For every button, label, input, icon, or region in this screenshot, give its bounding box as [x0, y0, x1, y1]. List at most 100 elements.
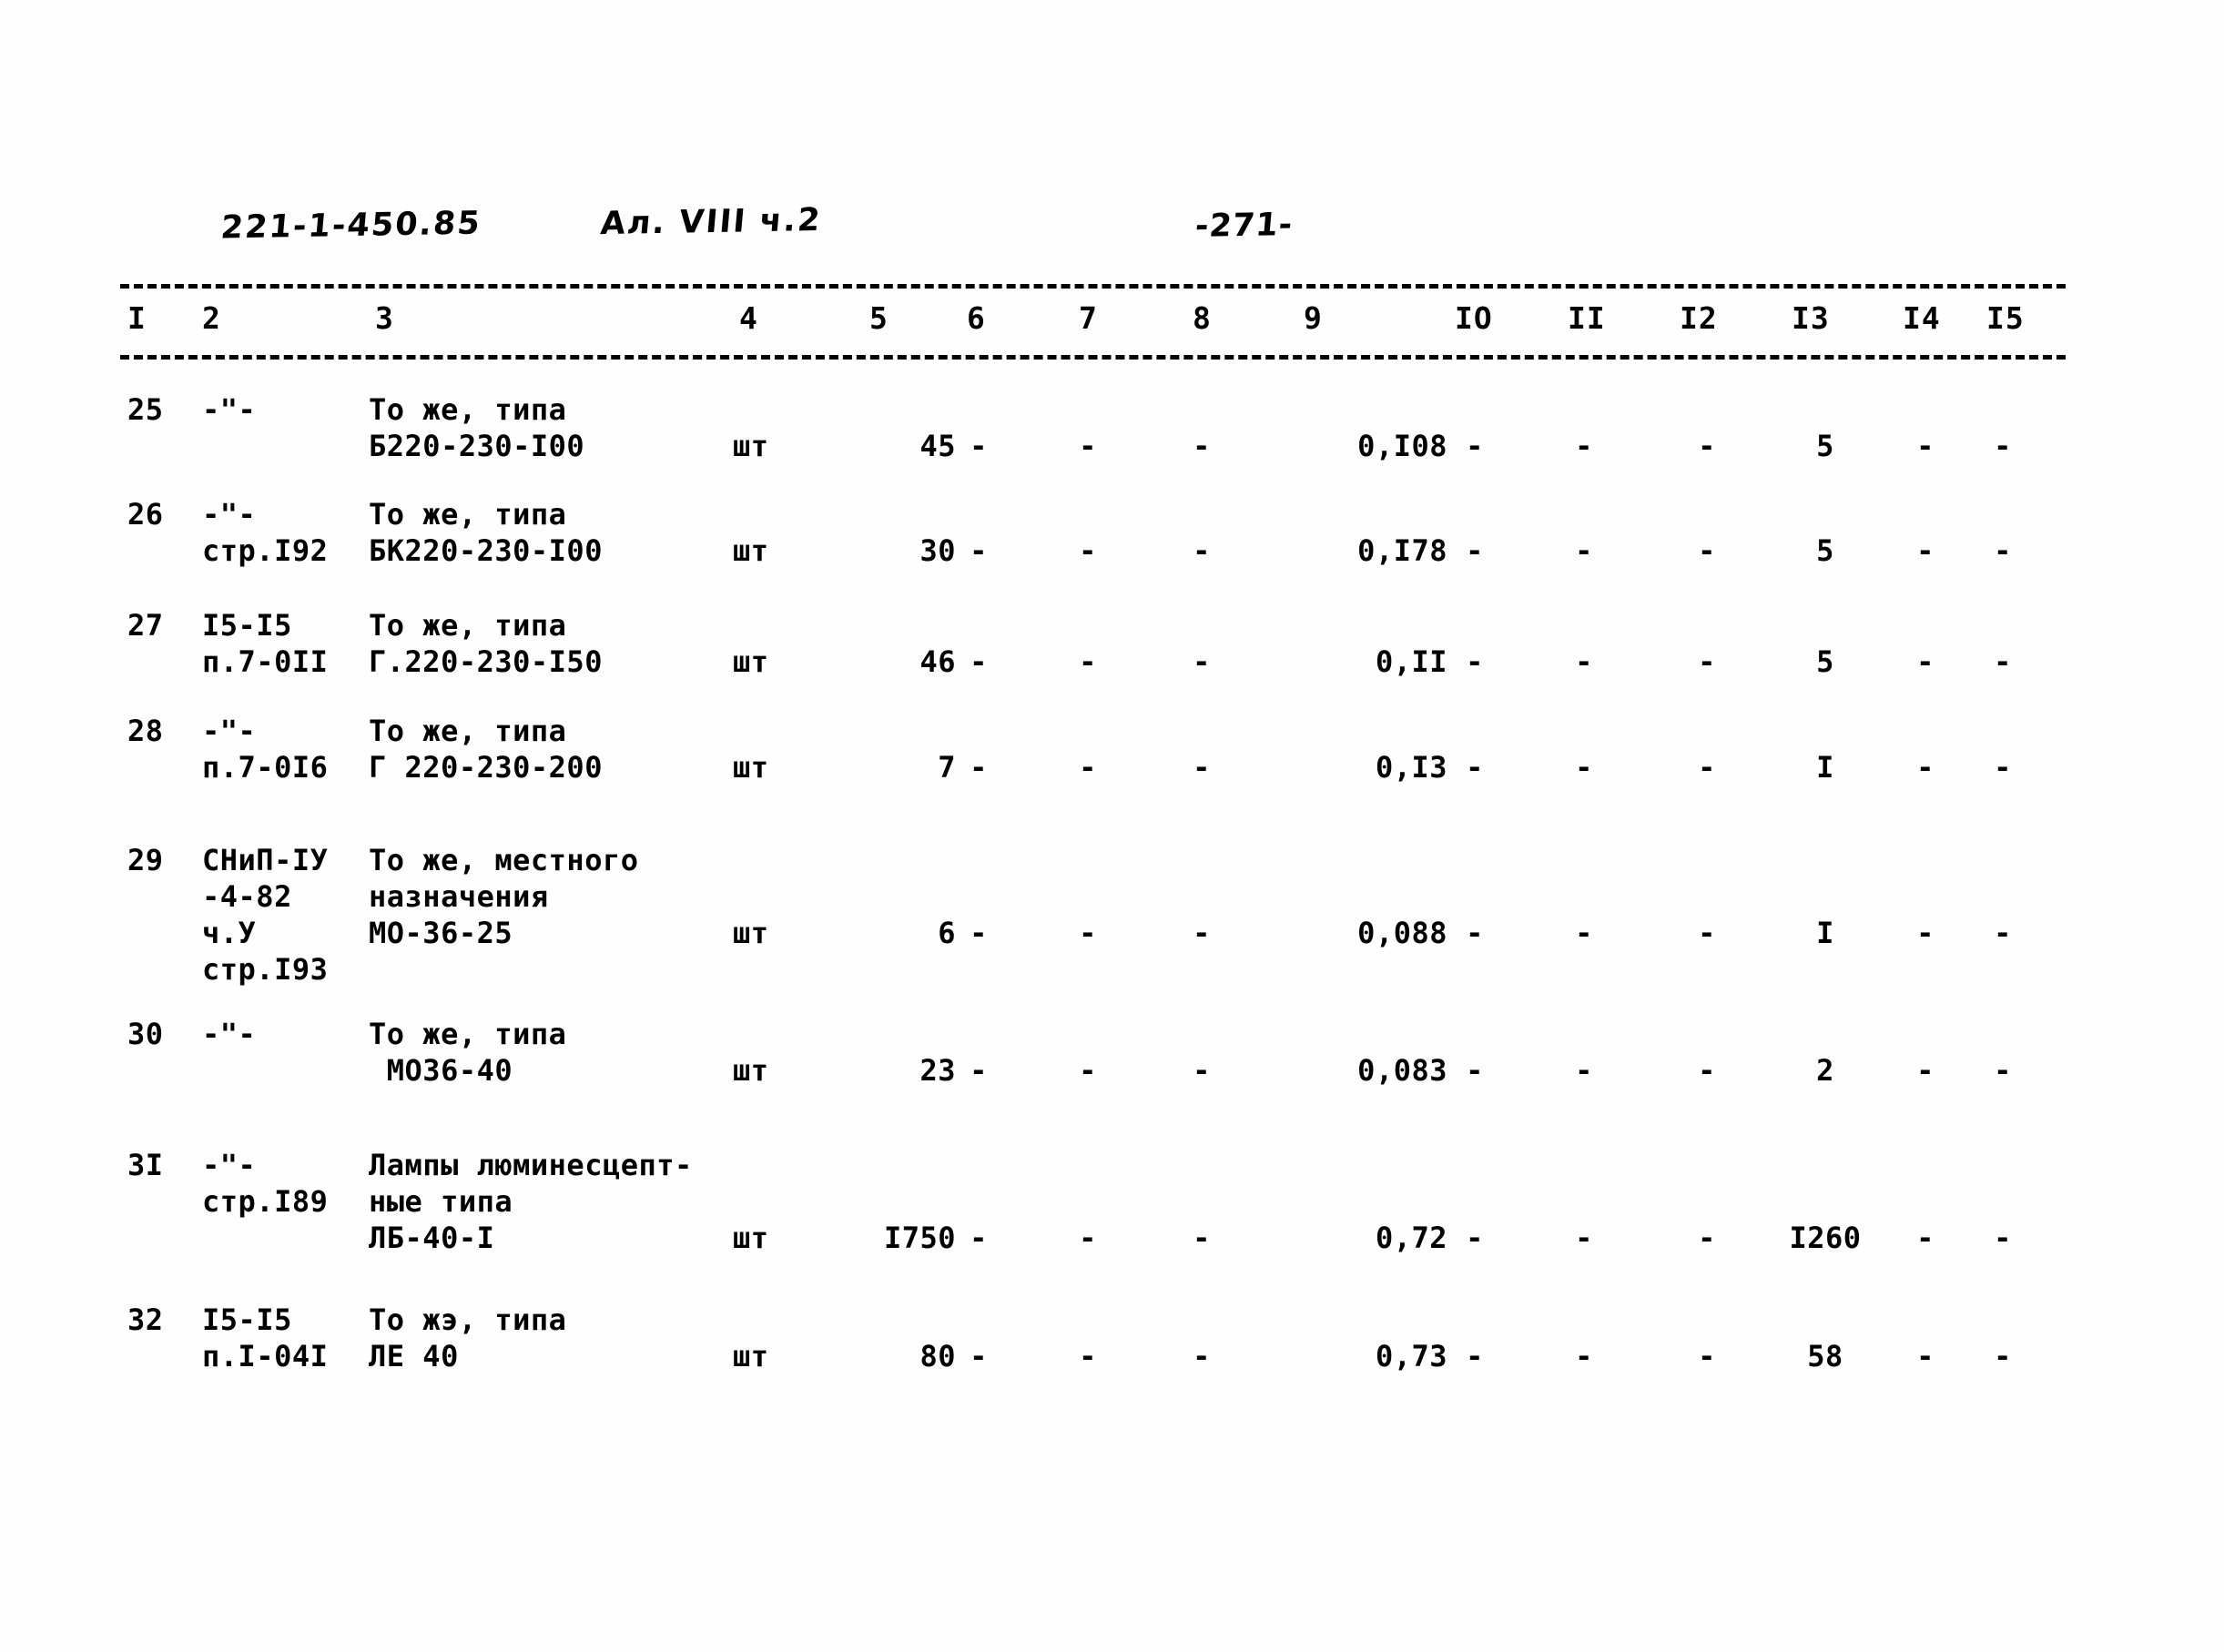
column-12-cell: -	[1698, 1221, 1716, 1255]
column-14-cell: -	[1916, 429, 1935, 463]
column-15-cell: -	[1994, 644, 2012, 679]
justification-line: п.7-0II	[202, 644, 329, 679]
item-name-cell: То же, типа МО36-40	[369, 1016, 566, 1089]
column-header-6: 6	[967, 300, 986, 336]
justification-cell: -"-	[202, 1016, 256, 1052]
unit-cell: шт	[733, 750, 769, 785]
column-11-cell: -	[1575, 1053, 1593, 1088]
column-14-cell: -	[1916, 1053, 1935, 1088]
quantity-cell: 7	[938, 750, 956, 785]
column-11-cell: -	[1575, 750, 1593, 785]
justification-line: СНиП-IУ	[202, 843, 329, 877]
column-8-cell: -	[1193, 1053, 1211, 1088]
column-13-cell: I260	[1789, 1221, 1862, 1255]
column-15-cell: -	[1994, 1221, 2012, 1255]
row-number: 29	[127, 843, 164, 877]
column-header-2: 2	[202, 300, 221, 336]
column-9-cell: 0,I78	[1357, 533, 1447, 568]
column-7-cell: -	[1079, 644, 1097, 679]
quantity-cell: 45	[919, 429, 956, 463]
column-header-8: 8	[1193, 300, 1212, 336]
justification-line: п.I-04I	[202, 1339, 329, 1373]
quantity-cell: 80	[919, 1339, 956, 1373]
column-header-9: 9	[1304, 300, 1323, 336]
unit-cell: шт	[733, 644, 769, 679]
column-6-cell: -	[970, 1339, 988, 1373]
column-15-cell: -	[1994, 533, 2012, 568]
column-15-cell: -	[1994, 1053, 2012, 1088]
column-6-cell: -	[970, 1221, 988, 1255]
unit-cell: шт	[733, 916, 769, 950]
column-9-cell: 0,I08	[1357, 429, 1447, 463]
column-10-cell: -	[1466, 750, 1484, 785]
table-top-rule	[120, 284, 2066, 289]
justification-line: -4-82	[202, 879, 292, 914]
column-14-cell: -	[1916, 750, 1935, 785]
item-name-line: МО36-40	[369, 1053, 513, 1088]
item-name-line: ЛЕ 40	[369, 1339, 459, 1373]
column-14-cell: -	[1916, 644, 1935, 679]
column-12-cell: -	[1698, 429, 1716, 463]
column-10-cell: -	[1466, 1339, 1484, 1373]
column-12-cell: -	[1698, 644, 1716, 679]
column-8-cell: -	[1193, 644, 1211, 679]
column-9-cell: 0,73	[1375, 1339, 1447, 1373]
column-6-cell: -	[970, 429, 988, 463]
column-14-cell: -	[1916, 533, 1935, 568]
column-12-cell: -	[1698, 750, 1716, 785]
quantity-cell: 30	[919, 533, 956, 568]
column-12-cell: -	[1698, 533, 1716, 568]
justification-line: стр.I89	[202, 1184, 329, 1219]
table-header-bottom-rule	[120, 355, 2066, 360]
column-header-1: I	[127, 300, 147, 336]
column-header-15: I5	[1986, 300, 2025, 336]
column-8-cell: -	[1193, 1221, 1211, 1255]
column-14-cell: -	[1916, 1339, 1935, 1373]
justification-cell: СНиП-IУ -4-82 ч.У стр.I93	[202, 842, 328, 988]
item-name-line: Б220-230-I00	[369, 429, 585, 463]
column-header-4: 4	[739, 300, 758, 336]
column-header-11: II	[1568, 300, 1606, 336]
column-11-cell: -	[1575, 1221, 1593, 1255]
column-7-cell: -	[1079, 1053, 1097, 1088]
column-13-cell: I	[1816, 750, 1834, 785]
column-11-cell: -	[1575, 1339, 1593, 1373]
justification-line: -"-	[202, 1148, 257, 1182]
unit-cell: шт	[733, 1053, 769, 1088]
unit-cell: шт	[733, 533, 769, 568]
column-9-cell: 0,72	[1375, 1221, 1447, 1255]
column-12-cell: -	[1698, 1053, 1716, 1088]
row-number: 26	[127, 497, 164, 532]
justification-cell: I5-I5 п.I-04I	[202, 1302, 328, 1374]
column-7-cell: -	[1079, 429, 1097, 463]
column-header-3: 3	[375, 300, 394, 336]
column-6-cell: -	[970, 533, 988, 568]
justification-cell: -"- п.7-0I6	[202, 713, 328, 785]
column-12-cell: -	[1698, 1339, 1716, 1373]
justification-line: -"-	[202, 497, 257, 532]
row-number: 30	[127, 1017, 164, 1051]
justification-cell: I5-I5 п.7-0II	[202, 607, 328, 680]
column-10-cell: -	[1466, 1221, 1484, 1255]
justification-cell: -"-	[202, 391, 256, 428]
column-6-cell: -	[970, 1053, 988, 1088]
column-10-cell: -	[1466, 916, 1484, 950]
column-14-cell: -	[1916, 916, 1935, 950]
item-name-line: назначения	[369, 879, 549, 914]
column-9-cell: 0,083	[1357, 1053, 1447, 1088]
column-8-cell: -	[1193, 750, 1211, 785]
column-13-cell: I	[1816, 916, 1834, 950]
justification-line: I5-I5	[202, 608, 292, 643]
item-name-line: ЛБ-40-I	[369, 1221, 495, 1255]
unit-cell: шт	[733, 1339, 769, 1373]
justification-line: ч.У	[202, 916, 257, 950]
unit-cell: шт	[733, 1221, 769, 1255]
item-name-cell: То же, типа Г.220-230-I50	[369, 607, 603, 680]
document-code: 221-1-450.85	[219, 205, 483, 247]
row-number: 27	[127, 608, 164, 643]
justification-line: стр.I92	[202, 533, 329, 568]
justification-line: -"-	[202, 392, 257, 427]
justification-line: п.7-0I6	[202, 750, 329, 785]
column-9-cell: 0,II	[1375, 644, 1447, 679]
column-13-cell: 58	[1807, 1339, 1843, 1373]
